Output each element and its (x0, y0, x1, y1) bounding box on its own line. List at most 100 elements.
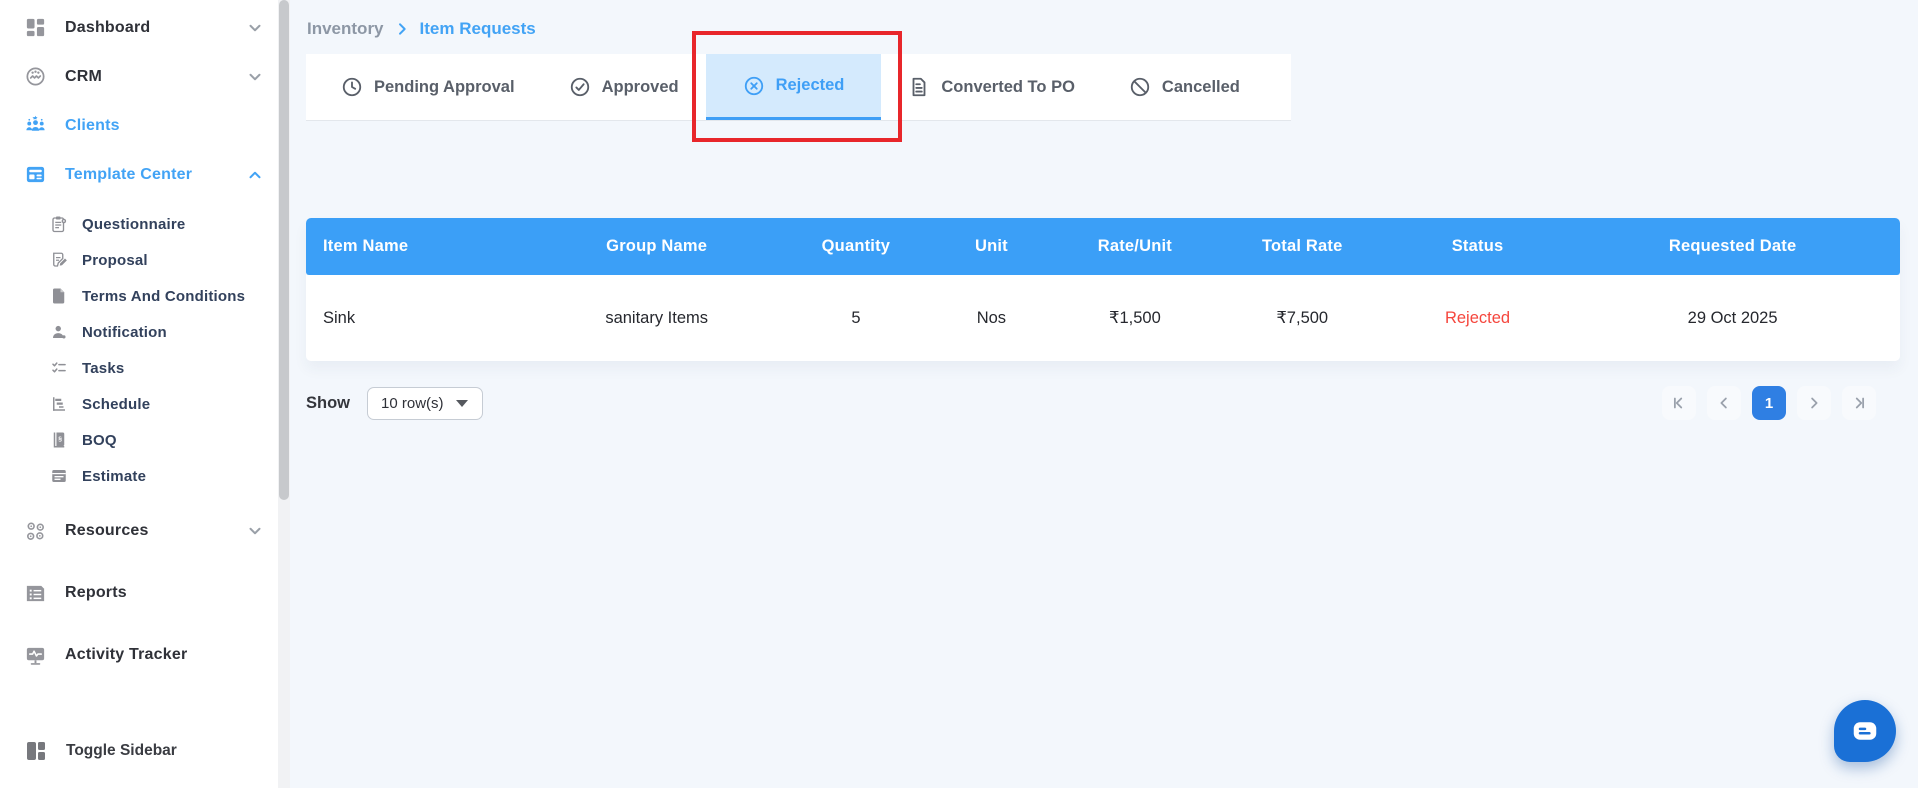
proposal-icon (53, 252, 67, 267)
questionnaire-icon (52, 216, 67, 233)
sidebar-subitem-tasks[interactable]: Tasks (0, 350, 278, 386)
table-row[interactable]: Sink sanitary Items 5 Nos ₹1,500 ₹7,500 … (306, 275, 1900, 361)
clock-icon (342, 77, 362, 97)
sidebar-item-label: Resources (65, 522, 149, 539)
chevron-left-icon (1720, 397, 1727, 409)
cell-total-rate: ₹7,500 (1214, 275, 1390, 361)
sidebar-item-label: Clients (65, 116, 120, 134)
col-header-rate-unit: Rate/Unit (1055, 218, 1215, 275)
tab-pending-approval[interactable]: Pending Approval (314, 54, 542, 120)
tab-label: Rejected (775, 76, 845, 94)
chevron-down-icon[interactable] (246, 68, 264, 86)
sidebar-subitem-proposal[interactable]: Proposal (0, 242, 278, 278)
rows-per-page-select[interactable]: 10 row(s) (367, 386, 483, 420)
sidebar-subitem-questionnaire[interactable]: Questionnaire (0, 206, 278, 242)
dashboard-icon (26, 18, 45, 37)
sidebar-item-reports[interactable]: Reports (0, 568, 278, 618)
tasks-icon (52, 362, 66, 373)
file-icon (912, 77, 926, 97)
sidebar-item-clients[interactable]: Clients (0, 101, 278, 150)
sidebar-item-crm[interactable]: CRM (0, 52, 278, 101)
tab-label: Cancelled (1161, 77, 1240, 96)
last-page-icon (1855, 397, 1865, 409)
sidebar-item-resources[interactable]: Resources (0, 506, 278, 556)
terms-icon (53, 288, 65, 304)
slash-circle-icon (1130, 77, 1150, 97)
caret-down-icon (455, 399, 468, 407)
tab-label: Approved (601, 77, 679, 96)
first-page-icon (1673, 397, 1683, 409)
template-center-icon (26, 166, 45, 183)
rows-per-page-value: 10 row(s) (381, 394, 444, 412)
breadcrumb-chevron-icon (398, 23, 406, 35)
sidebar-subitem-label: Tasks (82, 359, 125, 377)
sidebar-item-label: Dashboard (65, 18, 151, 36)
resources-icon (27, 522, 44, 540)
next-page-button[interactable] (1797, 386, 1831, 420)
col-header-group-name: Group Name (529, 218, 785, 275)
activity-tracker-icon (26, 647, 45, 665)
sidebar-item-activity-tracker[interactable]: Activity Tracker (0, 630, 278, 680)
main-content: Inventory Item Requests Pending Approval… (290, 0, 1918, 788)
tab-approved[interactable]: Approved (542, 54, 706, 120)
boq-icon: § (53, 432, 65, 448)
tab-converted-to-po[interactable]: Converted To PO (881, 54, 1102, 120)
table-header-row: Item Name Group Name Quantity Unit Rate/… (306, 218, 1900, 275)
chevron-right-icon (1811, 397, 1818, 409)
sidebar-item-label: Activity Tracker (65, 646, 188, 663)
col-header-quantity: Quantity (784, 218, 928, 275)
cell-unit: Nos (927, 275, 1056, 361)
page-number-button[interactable]: 1 (1752, 386, 1786, 420)
sidebar-subitem-label: Questionnaire (82, 215, 186, 233)
sidebar-item-label: CRM (65, 67, 103, 85)
cell-group-name: sanitary Items (529, 275, 785, 361)
col-header-status: Status (1389, 218, 1566, 275)
sidebar-subitem-notification[interactable]: Notification (0, 314, 278, 350)
cell-rate-unit: ₹1,500 (1055, 275, 1215, 361)
chat-widget-button[interactable] (1834, 700, 1896, 762)
last-page-button[interactable] (1842, 386, 1876, 420)
sidebar-subitem-boq[interactable]: § BOQ (0, 422, 278, 458)
tab-label: Pending Approval (374, 77, 515, 96)
sidebar-subitem-label: Estimate (82, 467, 147, 485)
cell-requested-date: 29 Oct 2025 (1565, 275, 1900, 361)
sidebar-item-label: Reports (65, 584, 127, 601)
tab-cancelled[interactable]: Cancelled (1102, 54, 1267, 120)
prev-page-button[interactable] (1707, 386, 1741, 420)
sidebar-subitem-estimate[interactable]: Estimate (0, 458, 278, 494)
sidebar-subitem-label: Terms And Conditions (82, 287, 246, 305)
sidebar-subitem-label: Notification (82, 323, 167, 341)
sidebar-subitem-label: Schedule (82, 395, 151, 413)
item-requests-table: Item Name Group Name Quantity Unit Rate/… (306, 218, 1900, 361)
sidebar-scrollbar[interactable] (278, 0, 290, 788)
sidebar: Dashboard CRM Clients Template Center Qu… (0, 0, 290, 788)
schedule-icon (53, 397, 65, 411)
chevron-up-icon[interactable] (246, 166, 264, 184)
first-page-button[interactable] (1662, 386, 1696, 420)
table-footer-controls: Show 10 row(s) 1 (306, 386, 1900, 420)
breadcrumb-inventory[interactable]: Inventory (307, 19, 384, 39)
chevron-down-icon[interactable] (246, 19, 264, 37)
sidebar-item-template-center[interactable]: Template Center (0, 150, 278, 199)
svg-text:§: § (58, 436, 62, 443)
crm-icon (26, 67, 45, 86)
pagination: 1 (1662, 386, 1876, 420)
cell-quantity: 5 (784, 275, 928, 361)
notification-icon (53, 325, 66, 339)
rows-per-page-group: Show 10 row(s) (306, 386, 483, 420)
sidebar-subitem-schedule[interactable]: Schedule (0, 386, 278, 422)
scrollbar-thumb[interactable] (279, 0, 289, 500)
col-header-requested-date: Requested Date (1565, 218, 1900, 275)
col-header-item-name: Item Name (306, 218, 530, 275)
tab-rejected[interactable]: Rejected (691, 31, 903, 142)
sidebar-subitem-terms[interactable]: Terms And Conditions (0, 278, 278, 314)
status-badge: Rejected (1389, 275, 1566, 361)
breadcrumb-item-requests[interactable]: Item Requests (420, 19, 536, 39)
check-circle-icon (570, 77, 589, 97)
toggle-sidebar-label: Toggle Sidebar (66, 741, 177, 759)
sidebar-item-dashboard[interactable]: Dashboard (0, 3, 278, 52)
chevron-down-icon[interactable] (246, 522, 264, 540)
toggle-sidebar-button[interactable]: Toggle Sidebar (0, 726, 278, 775)
sidebar-subitem-label: BOQ (82, 431, 117, 449)
request-status-tabs: Pending Approval Approved Rejected Conve… (306, 31, 1291, 142)
